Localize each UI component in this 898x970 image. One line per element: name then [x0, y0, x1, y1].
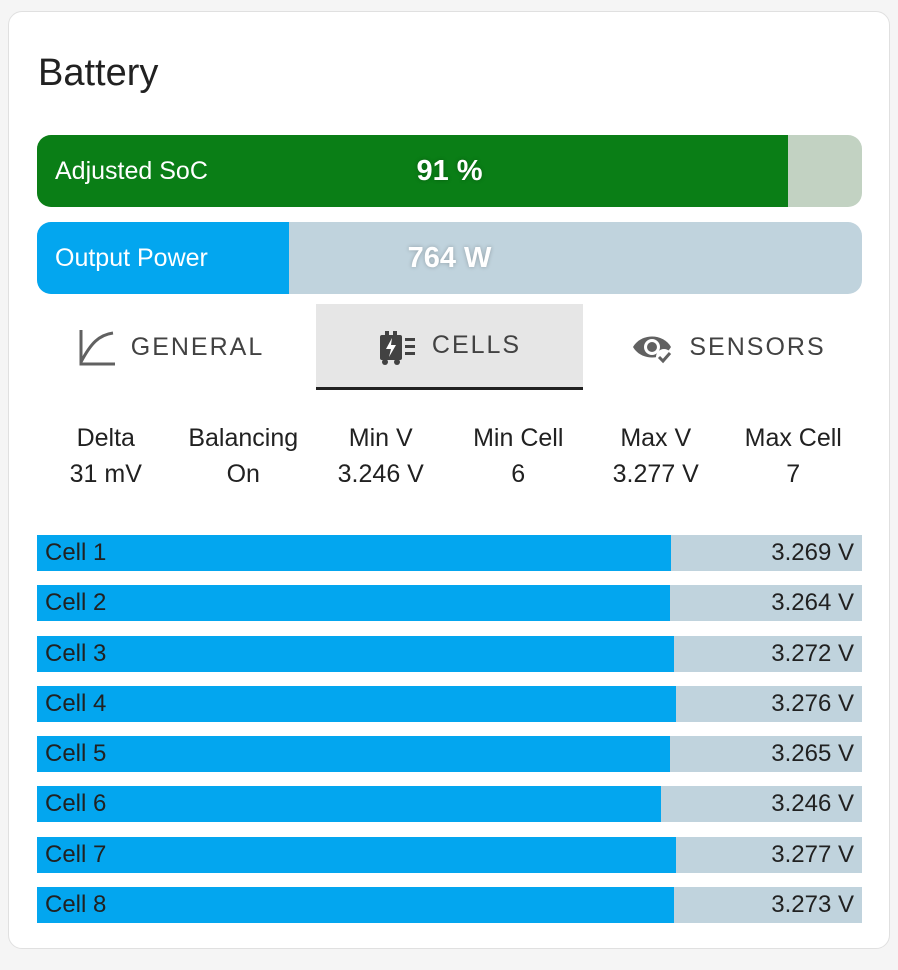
- stat-min-cell: Min Cell 6: [450, 420, 588, 500]
- tab-sensors[interactable]: SENSORS: [595, 304, 862, 390]
- soc-bar-value: 91 %: [416, 154, 483, 187]
- cell-name: Cell 3: [45, 639, 107, 667]
- stat-value: 31 mV: [69, 460, 142, 488]
- battery-card: Battery Adjusted SoC 91 % Output Power 7…: [8, 11, 890, 949]
- cell-bar-fill: [37, 887, 674, 924]
- eye-check-icon: [633, 336, 673, 365]
- cell-bar-fill: [37, 535, 672, 571]
- cell-bar-fill: [37, 585, 670, 622]
- cell-bar[interactable]: Cell 1 3.269 V: [37, 535, 862, 571]
- stat-label: Delta: [76, 424, 135, 452]
- cell-name: Cell 5: [45, 740, 107, 768]
- stat-min-v: Min V 3.246 V: [312, 420, 450, 500]
- cell-bar[interactable]: Cell 4 3.276 V: [37, 685, 862, 722]
- soc-bar[interactable]: Adjusted SoC 91 %: [37, 135, 862, 207]
- cell-name: Cell 7: [45, 840, 107, 868]
- stat-value: 3.246 V: [337, 460, 424, 488]
- output-power-bar-value: 764 W: [407, 241, 492, 274]
- cell-name: Cell 6: [45, 790, 107, 818]
- cell-voltage: 3.264 V: [771, 589, 854, 617]
- stat-label: Min Cell: [473, 424, 564, 452]
- cell-voltage: 3.246 V: [771, 790, 854, 818]
- battery-charging-cells-icon: [379, 330, 415, 365]
- stat-label: Max V: [620, 424, 692, 452]
- stat-label: Min V: [348, 424, 413, 452]
- cell-bar[interactable]: Cell 3 3.272 V: [37, 635, 862, 672]
- cell-stats: Delta 31 mV Balancing On Min V 3.246 V M…: [37, 420, 862, 500]
- stat-value: 7: [786, 460, 801, 488]
- stat-max-cell: Max Cell 7: [725, 420, 863, 500]
- cell-bar-fill: [37, 836, 677, 873]
- tab-cells-label: CELLS: [431, 331, 522, 359]
- cell-bar-fill: [37, 786, 661, 823]
- tab-sensors-label: SENSORS: [689, 332, 826, 361]
- stat-value: 6: [511, 460, 526, 488]
- card-title: Battery: [38, 52, 159, 94]
- cell-bar[interactable]: Cell 7 3.277 V: [37, 836, 862, 873]
- cell-bar[interactable]: Cell 5 3.265 V: [37, 736, 862, 773]
- cell-voltage: 3.277 V: [771, 840, 854, 868]
- cell-name: Cell 8: [45, 891, 107, 919]
- cell-bar-fill: [37, 736, 670, 773]
- tab-bar: GENERAL CELLS SENSORS: [37, 304, 862, 390]
- cell-voltage: 3.269 V: [771, 539, 854, 566]
- stat-value: On: [226, 460, 260, 488]
- cell-voltage: 3.265 V: [771, 740, 854, 768]
- chart-line-icon: [79, 330, 115, 366]
- stat-value: 3.277 V: [612, 460, 699, 488]
- cell-bar[interactable]: Cell 2 3.264 V: [37, 585, 862, 622]
- cell-bar[interactable]: Cell 8 3.273 V: [37, 887, 862, 924]
- cell-bar-fill: [37, 685, 677, 722]
- cell-voltage: 3.273 V: [771, 891, 854, 919]
- cell-name: Cell 4: [45, 689, 107, 717]
- cell-bar[interactable]: Cell 6 3.246 V: [37, 786, 862, 823]
- cell-name: Cell 2: [45, 589, 107, 617]
- stat-max-v: Max V 3.277 V: [587, 420, 725, 500]
- tab-cells[interactable]: CELLS: [316, 304, 583, 390]
- stat-label: Balancing: [188, 424, 299, 452]
- cell-voltage: 3.272 V: [771, 639, 854, 667]
- tab-general-label: GENERAL: [130, 332, 265, 361]
- stat-delta: Delta 31 mV: [37, 420, 175, 500]
- stat-balancing: Balancing On: [175, 420, 313, 500]
- cell-bar-fill: [37, 635, 674, 672]
- output-power-bar[interactable]: Output Power 764 W: [37, 222, 862, 294]
- cell-voltage: 3.276 V: [771, 689, 854, 717]
- tab-general[interactable]: GENERAL: [37, 304, 304, 390]
- cell-voltage-list: Cell 1 3.269 V Cell 2 3.264 V Cell 3 3.2…: [37, 535, 862, 937]
- cell-name: Cell 1: [45, 539, 107, 566]
- stat-label: Max Cell: [744, 424, 842, 452]
